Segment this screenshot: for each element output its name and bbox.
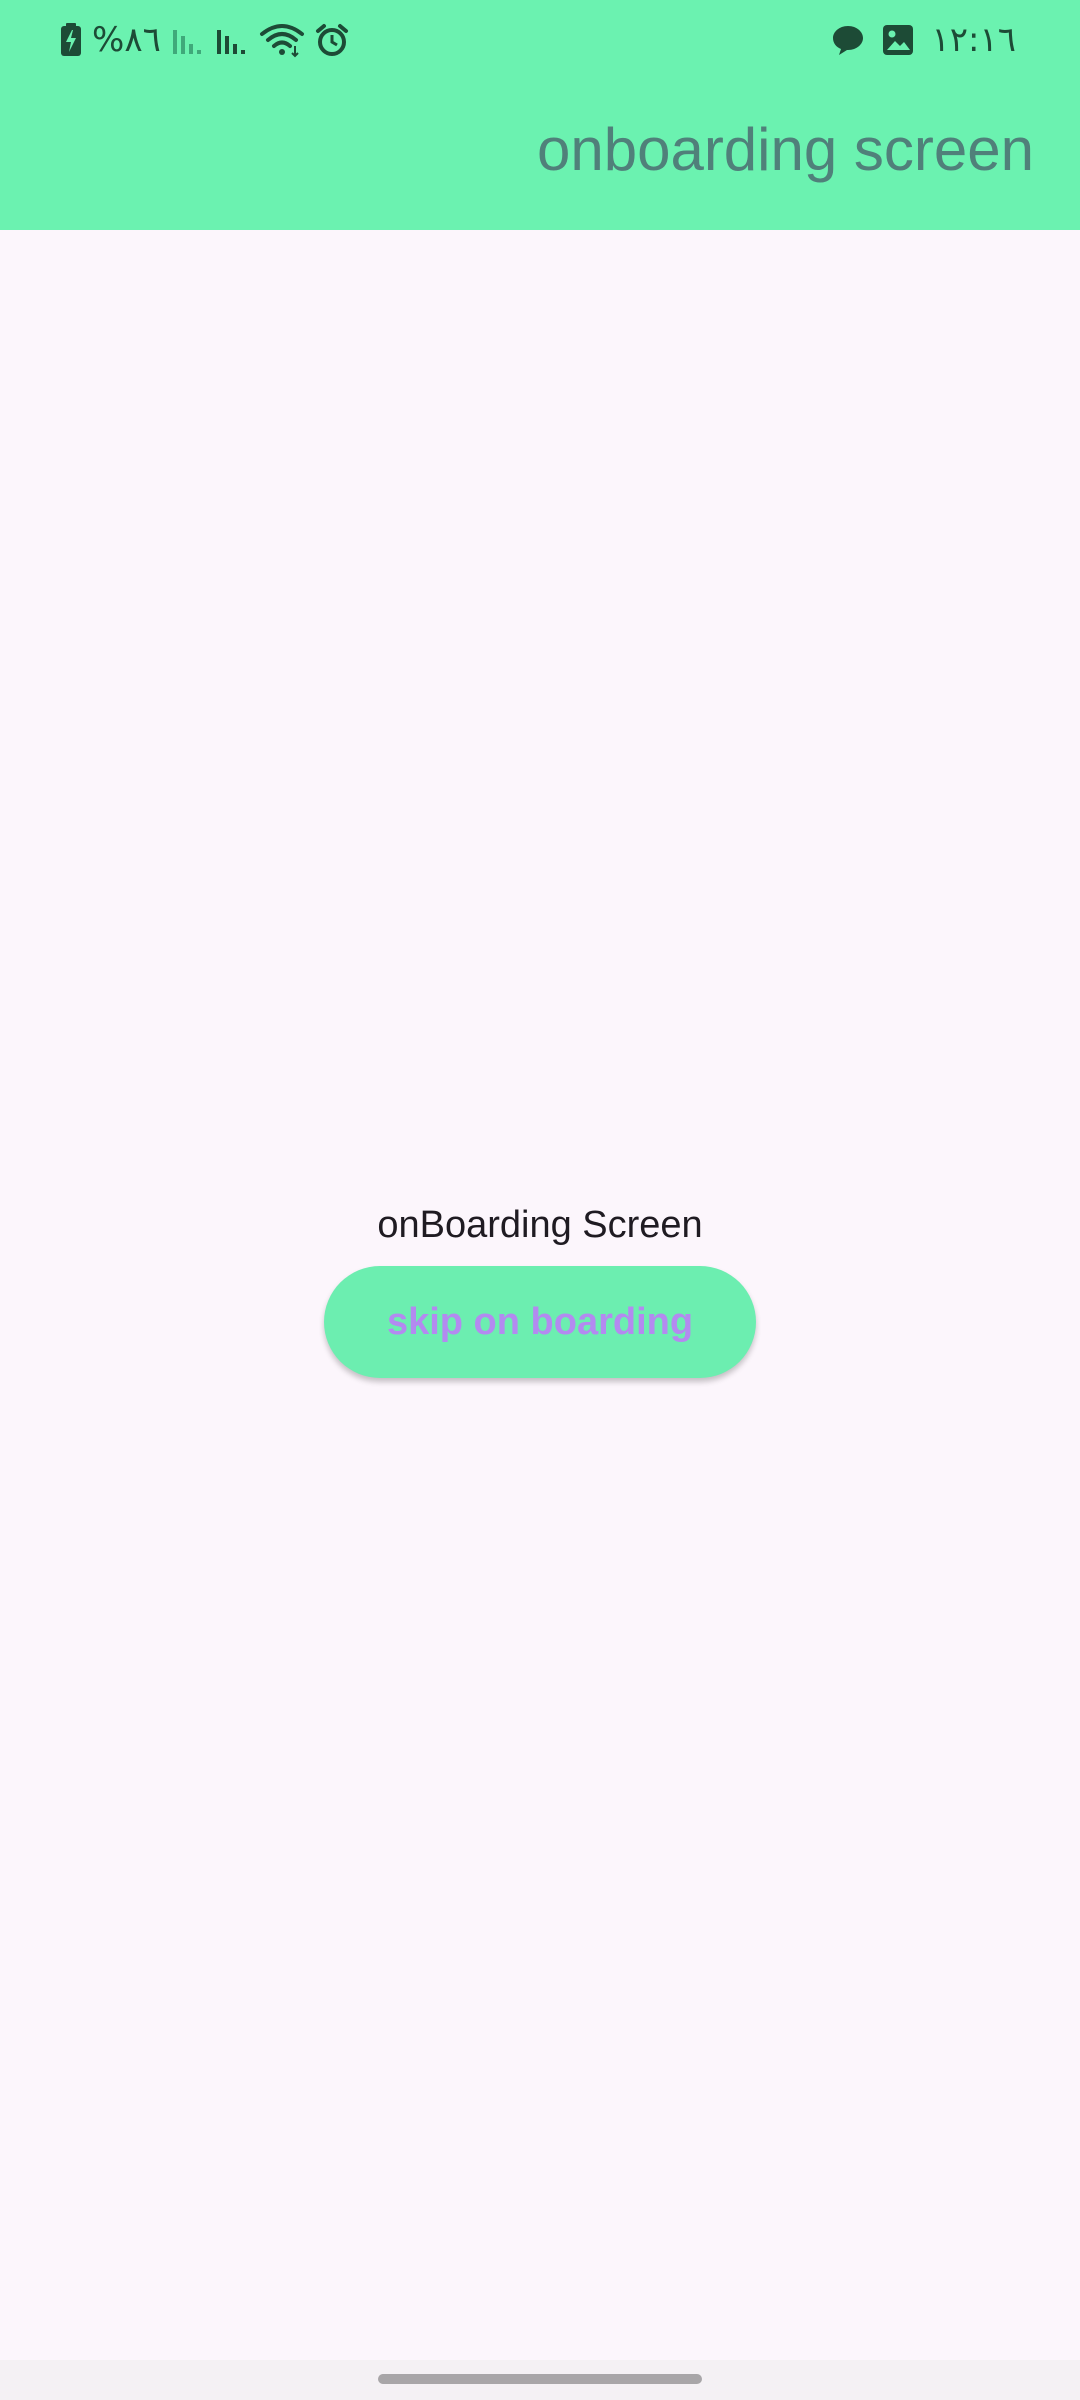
- image-icon: [881, 23, 915, 57]
- signal-weak-icon: [171, 24, 205, 56]
- home-indicator[interactable]: [378, 2374, 702, 2384]
- alarm-icon: [315, 23, 349, 57]
- battery-percentage: %٨٦: [92, 20, 161, 60]
- skip-onboarding-button-label: skip on boarding: [386, 1300, 694, 1343]
- status-bar-left: %٨٦: [60, 18, 349, 62]
- page-title: onboarding screen: [536, 116, 1034, 183]
- skip-onboarding-button[interactable]: skip on boarding: [324, 1266, 756, 1378]
- chat-bubble-icon: [831, 24, 865, 56]
- wifi-icon: [259, 22, 305, 58]
- main-content: onBoarding Screen skip on boarding: [0, 230, 1080, 2370]
- battery-charging-icon: [60, 23, 82, 57]
- status-bar-right: ١٢:١٦: [831, 18, 1016, 62]
- signal-icon: [215, 24, 249, 56]
- status-clock: ١٢:١٦: [931, 20, 1016, 60]
- app-bar: %٨٦ ١٢:١٦ onboarding screen: [0, 0, 1080, 230]
- onboarding-text: onBoarding Screen: [377, 1204, 703, 1246]
- status-bar: %٨٦ ١٢:١٦: [0, 0, 1080, 80]
